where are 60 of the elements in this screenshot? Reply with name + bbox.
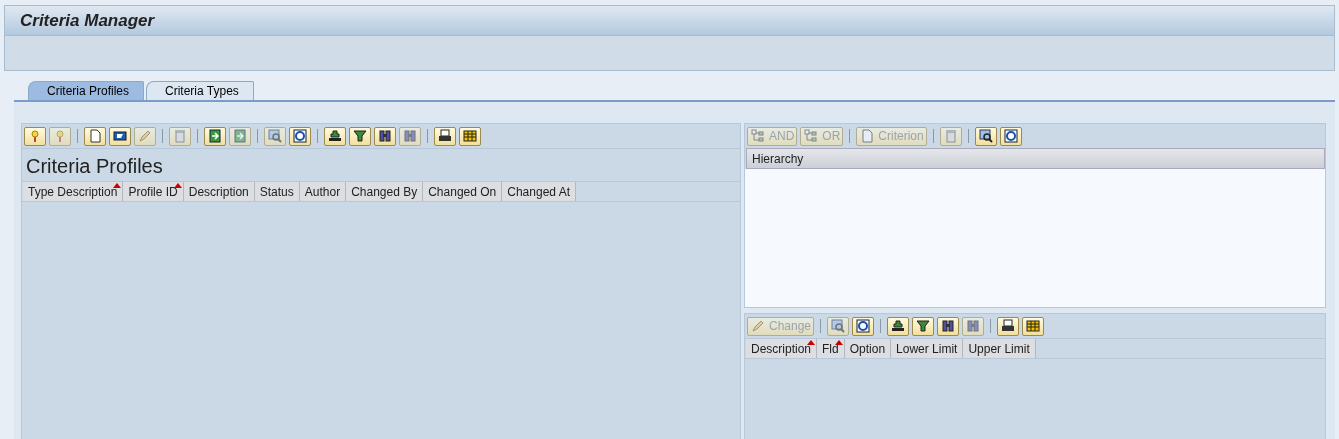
filter-button[interactable] (912, 316, 935, 336)
card-button[interactable] (109, 126, 131, 146)
printer-icon (437, 128, 453, 144)
column-header[interactable]: Changed On (423, 182, 503, 201)
refresh-button[interactable] (289, 126, 311, 146)
binoculars-icon (377, 128, 393, 144)
column-header[interactable]: Description (746, 339, 818, 358)
refresh-icon (1002, 128, 1019, 144)
binoculars-icon (965, 318, 982, 334)
column-header[interactable]: Option (844, 339, 892, 358)
column-header[interactable]: Status (254, 182, 300, 201)
grid-button[interactable] (1022, 316, 1045, 336)
grid-icon (462, 128, 478, 144)
filter-button[interactable] (349, 126, 371, 146)
printer-button[interactable] (997, 316, 1020, 336)
refresh-button[interactable] (852, 316, 875, 336)
delete-icon (172, 128, 188, 144)
column-header[interactable]: Type Description (23, 182, 124, 201)
tree-icon (750, 128, 766, 144)
grid-button[interactable] (459, 126, 481, 146)
filter-icon (915, 318, 932, 334)
grid-icon (1025, 318, 1042, 334)
magnifier-button[interactable] (974, 126, 997, 146)
column-header[interactable]: Profile ID (123, 182, 184, 201)
section-title: Criteria Profiles (22, 148, 740, 181)
window-title: Criteria Manager (20, 10, 155, 31)
magnifier-icon (267, 128, 283, 144)
binoculars-icon (940, 318, 957, 334)
column-header[interactable]: Changed By (346, 182, 424, 201)
printer-icon (1000, 318, 1017, 334)
printer-button[interactable] (434, 126, 456, 146)
pencil-icon (137, 128, 153, 144)
tab[interactable]: Criteria Types (146, 81, 254, 100)
column-header[interactable]: Author (299, 182, 347, 201)
sort-button[interactable] (887, 316, 910, 336)
sort-button[interactable] (324, 126, 346, 146)
column-header[interactable]: Fld (817, 339, 845, 358)
refresh-icon (292, 128, 308, 144)
card-icon (112, 128, 128, 144)
document-icon (859, 128, 876, 144)
magnifier-icon (830, 318, 847, 334)
column-header[interactable]: Changed At (502, 182, 576, 201)
tree-icon (803, 128, 820, 144)
sort-icon (890, 318, 907, 334)
column-header[interactable]: Upper Limit (963, 339, 1036, 358)
arrow-button[interactable] (204, 126, 226, 146)
refresh-button[interactable] (999, 126, 1022, 146)
tab[interactable]: Criteria Profiles (28, 81, 145, 100)
column-header[interactable]: Lower Limit (891, 339, 964, 358)
tree-header: Hierarchy (746, 148, 1325, 169)
document-icon (87, 128, 103, 144)
binoculars-button[interactable] (374, 126, 396, 146)
column-header[interactable]: Description (183, 182, 255, 201)
filter-icon (352, 128, 368, 144)
magnifier-icon (977, 128, 994, 144)
refresh-icon (855, 318, 872, 334)
pencil-icon (750, 318, 766, 334)
binoculars-icon (402, 128, 418, 144)
sort-icon (327, 128, 343, 144)
binoculars-button[interactable] (937, 316, 960, 336)
